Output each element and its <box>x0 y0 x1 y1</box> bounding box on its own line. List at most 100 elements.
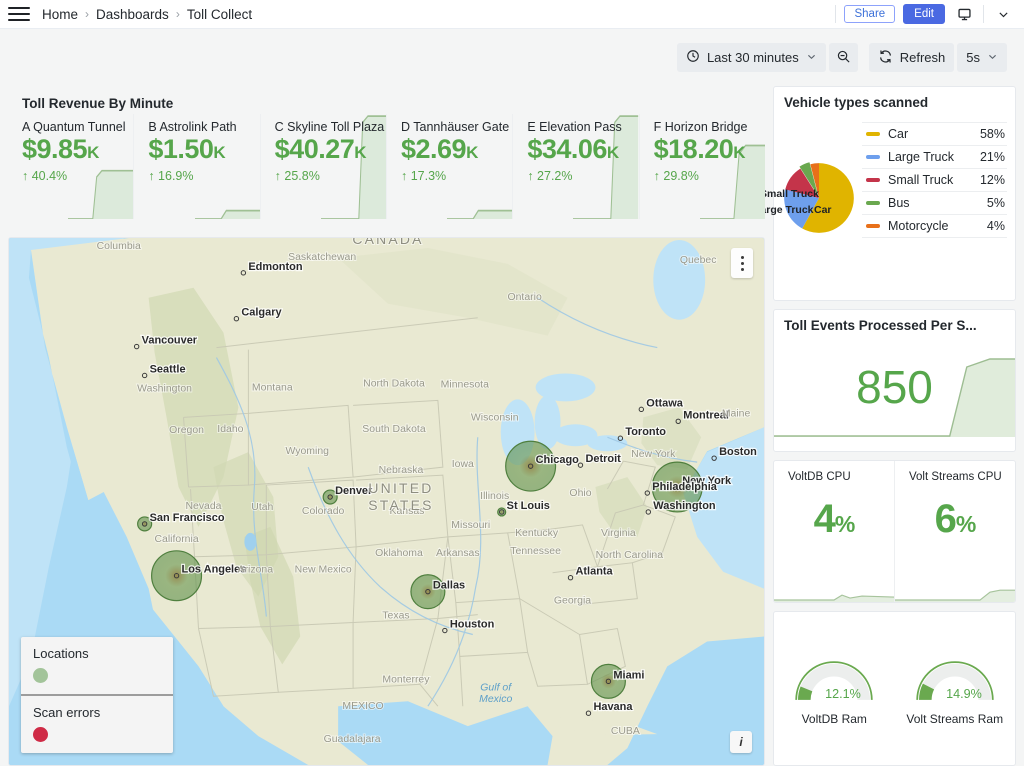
legend-series-value: 5% <box>987 196 1005 210</box>
refresh-label: Refresh <box>900 50 946 65</box>
legend-series-name: Large Truck <box>888 150 972 164</box>
map-city-label: Calgary <box>241 307 282 319</box>
map-region-label: Wisconsin <box>471 412 519 423</box>
toll-revenue-stat[interactable]: F Horizon Bridge$18.20K↑ 29.8% <box>640 114 765 219</box>
ram-gauge-panel: 12.1% VoltDB Ram 14.9% Volt Streams Ram <box>773 611 1016 766</box>
gauge-label: VoltDB Ram <box>802 712 867 726</box>
map-region-label: Oklahoma <box>375 548 423 559</box>
refresh-button[interactable]: Refresh <box>869 43 955 72</box>
monitor-icon[interactable] <box>953 3 975 25</box>
cpu-cell-volt-streams: Volt Streams CPU 6% <box>894 461 1015 602</box>
map-region-label: Wyoming <box>285 446 329 457</box>
stat-delta: ↑ 16.9% <box>148 169 259 183</box>
map-city-label: Atlanta <box>575 566 613 578</box>
breadcrumb-separator-icon: › <box>85 7 89 21</box>
chevron-down-icon[interactable] <box>992 3 1014 25</box>
toll-revenue-stat[interactable]: E Elevation Pass$34.06K↑ 27.2% <box>513 114 639 219</box>
breadcrumb-item-toll-collect[interactable]: Toll Collect <box>187 7 252 22</box>
map-city-label: Washington <box>653 500 716 512</box>
map-city-label: Denver <box>335 485 373 497</box>
cpu-label: VoltDB CPU <box>774 471 894 485</box>
pie-legend-row[interactable]: Large Truck21% <box>862 146 1007 169</box>
cpu-panel: VoltDB CPU 4% Volt Streams CPU 6% <box>773 460 1016 603</box>
map-city-label: Vancouver <box>142 335 198 347</box>
toll-events-panel: Toll Events Processed Per S... 850 <box>773 309 1016 452</box>
divider <box>835 5 836 23</box>
panel-menu-icon[interactable] <box>731 248 753 278</box>
share-button[interactable]: Share <box>844 5 895 23</box>
map-city-label: Miami <box>613 669 644 681</box>
map-region-label: Quebec <box>680 255 717 266</box>
legend-series-name: Car <box>888 127 972 141</box>
map-city-label: Toronto <box>625 426 666 438</box>
stat-label: D Tannhäuser Gate <box>401 120 512 134</box>
zoom-out-button[interactable] <box>829 43 858 72</box>
legend-series-name: Motorcycle <box>888 219 979 233</box>
legend-series-name: Bus <box>888 196 979 210</box>
toll-revenue-stat[interactable]: B Astrolink Path$1.50K↑ 16.9% <box>134 114 260 219</box>
edit-button[interactable]: Edit <box>903 4 945 24</box>
stat-label: B Astrolink Path <box>148 120 259 134</box>
gauge-volt-streams-ram: 14.9% Volt Streams Ram <box>895 652 1016 726</box>
map-region-label: CUBA <box>611 726 640 737</box>
stat-delta: ↑ 25.8% <box>275 169 386 183</box>
time-range-label: Last 30 minutes <box>707 50 799 65</box>
panel-title: Toll Events Processed Per S... <box>774 310 1015 337</box>
cpu-cell-voltdb: VoltDB CPU 4% <box>774 461 894 602</box>
map-city-label: Los Angeles <box>182 564 247 576</box>
gauge-value-arc <box>805 688 807 699</box>
map-region-label: Ontario <box>507 292 541 303</box>
toll-revenue-stat[interactable]: C Skyline Toll Plaza$40.27K↑ 25.8% <box>261 114 387 219</box>
pie-legend-row[interactable]: Bus 5% <box>862 192 1007 215</box>
legend-color-swatch <box>866 224 880 228</box>
stat-delta: ↑ 27.2% <box>527 169 638 183</box>
toll-events-body: 850 <box>774 337 1015 437</box>
cpu-value: 4% <box>774 497 894 542</box>
stat-delta: ↑ 17.3% <box>401 169 512 183</box>
gauge-voltdb-ram: 12.1% VoltDB Ram <box>774 652 895 726</box>
legend-section-locations: Locations <box>21 637 173 694</box>
map-city-label: Ottawa <box>646 397 683 409</box>
map-city-label: Chicago <box>536 454 580 466</box>
stat-value: $9.85K <box>22 134 133 168</box>
legend-series-value: 12% <box>980 173 1005 187</box>
left-column: Toll Revenue By Minute A Quantum Tunnel$… <box>8 86 765 766</box>
time-range-picker[interactable]: Last 30 minutes <box>677 43 826 72</box>
locations-map-panel[interactable]: EdmontonCalgaryVancouverSeattleDenverSan… <box>8 237 765 766</box>
breadcrumb-item-home[interactable]: Home <box>42 7 78 22</box>
pie-legend-row[interactable]: Car58% <box>862 122 1007 146</box>
map-region-label: Tennessee <box>510 546 561 557</box>
chevron-down-icon <box>987 51 998 64</box>
map-location-marker[interactable] <box>498 508 506 516</box>
refresh-interval-picker[interactable]: 5s <box>957 43 1007 72</box>
pie-legend-row[interactable]: Motorcycle 4% <box>862 215 1007 238</box>
legend-color-swatch <box>866 178 880 182</box>
info-icon[interactable]: i <box>730 731 752 753</box>
stat-label: A Quantum Tunnel <box>22 120 133 134</box>
gauge-value: 14.9% <box>946 687 982 701</box>
map-city-label: Havana <box>593 701 633 713</box>
pie-chart[interactable]: Small TruckLarge TruckCar <box>776 116 862 279</box>
map-region-label: Georgia <box>554 596 591 607</box>
pie-legend-row[interactable]: Small Truck12% <box>862 169 1007 192</box>
map-region-label: New York <box>631 449 676 460</box>
map-country-label: UNITED <box>368 480 433 496</box>
toll-revenue-stat[interactable]: A Quantum Tunnel$9.85K↑ 40.4% <box>8 114 134 219</box>
breadcrumb-item-dashboards[interactable]: Dashboards <box>96 7 169 22</box>
menu-icon[interactable] <box>8 3 30 25</box>
map-region-label: MEXICO <box>342 701 383 712</box>
map-city-label: Dallas <box>433 580 465 592</box>
dashboard-body: Toll Revenue By Minute A Quantum Tunnel$… <box>0 86 1024 766</box>
map-city-label: Detroit <box>585 453 621 465</box>
gauge-graphic: 12.1% <box>789 652 879 710</box>
legend-series-value: 4% <box>987 219 1005 233</box>
map-region-label: Arizona <box>238 565 274 576</box>
map-city-label: Boston <box>719 446 757 458</box>
toll-events-value: 850 <box>856 360 933 414</box>
map-canvas[interactable]: EdmontonCalgaryVancouverSeattleDenverSan… <box>9 238 764 765</box>
stat-label: E Elevation Pass <box>527 120 638 134</box>
stat-value: $34.06K <box>527 134 638 168</box>
top-navigation-bar: Home › Dashboards › Toll Collect Share E… <box>0 0 1024 29</box>
divider <box>983 5 984 23</box>
toll-revenue-stat[interactable]: D Tannhäuser Gate$2.69K↑ 17.3% <box>387 114 513 219</box>
